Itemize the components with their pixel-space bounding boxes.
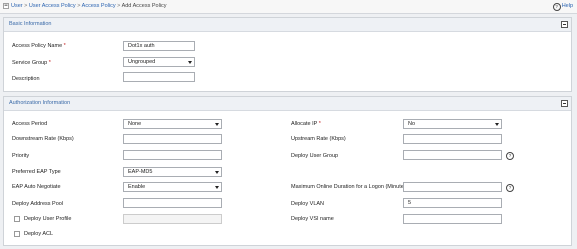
required-mark: * [318,121,321,127]
breadcrumb-access-policy[interactable]: Access Policy [82,3,116,9]
access-policy-name-label-text: Access Policy Name [12,43,63,49]
access-period-label: Access Period [12,121,48,127]
description-label: Description [12,76,40,82]
max-online-duration-label: Maximum Online Duration for a Logon (Min… [291,184,409,190]
help-icon[interactable]: ? [506,152,514,160]
deploy-acl-checkbox[interactable] [14,231,20,237]
help-icon[interactable]: ? [506,184,514,192]
home-icon[interactable] [3,3,9,9]
breadcrumb-current: Add Access Policy [121,3,167,9]
breadcrumb-user[interactable]: User [11,3,23,9]
deploy-address-pool-input[interactable] [123,198,222,208]
description-input[interactable] [123,72,195,82]
service-group-value: Ungrouped [128,59,156,65]
priority-label: Priority [12,153,30,159]
deploy-vsi-name-input[interactable] [403,214,502,224]
deploy-acl-label: Deploy ACL [24,231,54,237]
eap-auto-negotiate-label: EAP Auto Negotiate [12,184,61,190]
collapse-button[interactable] [561,100,568,107]
chevron-down-icon [215,123,219,126]
deploy-vlan-input[interactable]: 5 [403,198,502,208]
breadcrumb-separator: > [24,3,28,9]
deploy-user-profile-input[interactable] [123,214,222,224]
upstream-rate-label: Upstream Rate (Kbps) [291,136,346,142]
chevron-down-icon [215,186,219,189]
chevron-down-icon [215,171,219,174]
breadcrumb-separator: > [77,3,81,9]
access-period-select[interactable]: None [123,119,222,129]
priority-input[interactable] [123,150,222,160]
section-title: Basic Information [9,21,52,27]
deploy-user-group-input[interactable] [403,150,502,160]
required-mark: * [48,60,51,66]
access-period-value: None [128,121,142,127]
basic-information-panel: Basic Information Access Policy Name * D… [3,17,572,92]
allocate-ip-label-text: Allocate IP [291,121,318,127]
access-policy-name-label: Access Policy Name * [12,42,66,50]
downstream-rate-label: Downstream Rate (Kbps) [12,136,74,142]
service-group-label-text: Service Group [12,60,48,66]
basic-information-header: Basic Information [4,18,571,32]
deploy-address-pool-label: Deploy Address Pool [12,201,64,207]
required-mark: * [63,43,66,49]
deploy-vlan-label: Deploy VLAN [291,201,325,207]
top-bar: User > User Access Policy > Access Polic… [0,0,577,14]
preferred-eap-type-label: Preferred EAP Type [12,169,61,175]
help-link[interactable]: ? Help [552,3,573,11]
chevron-down-icon [495,123,499,126]
authorization-information-panel: Authorization Information Access Period … [3,96,572,246]
service-group-select[interactable]: Ungrouped [123,57,195,67]
breadcrumb-user-access-policy[interactable]: User Access Policy [29,3,76,9]
upstream-rate-input[interactable] [403,134,502,144]
deploy-user-profile-label: Deploy User Profile [24,216,72,222]
eap-auto-negotiate-select[interactable]: Enable [123,182,222,192]
help-icon: ? [552,3,561,11]
help-label: Help [561,3,573,9]
deploy-vsi-name-label: Deploy VSI name [291,216,334,222]
downstream-rate-input[interactable] [123,134,222,144]
preferred-eap-type-select[interactable]: EAP-MD5 [123,167,222,177]
eap-auto-negotiate-value: Enable [128,184,146,190]
allocate-ip-value: No [408,121,416,127]
deploy-user-group-label: Deploy User Group [291,153,339,159]
breadcrumb: User > User Access Policy > Access Polic… [11,3,167,10]
breadcrumb-separator: > [117,3,121,9]
authorization-information-header: Authorization Information [4,97,571,111]
deploy-user-profile-checkbox[interactable] [14,216,20,222]
chevron-down-icon [188,61,192,64]
section-title: Authorization Information [9,100,71,106]
access-policy-name-input[interactable]: Dot1x auth [123,41,195,51]
allocate-ip-select[interactable]: No [403,119,502,129]
collapse-button[interactable] [561,21,568,28]
allocate-ip-label: Allocate IP * [291,120,321,128]
preferred-eap-type-value: EAP-MD5 [128,169,153,175]
service-group-label: Service Group * [12,59,51,67]
max-online-duration-input[interactable] [403,182,502,192]
